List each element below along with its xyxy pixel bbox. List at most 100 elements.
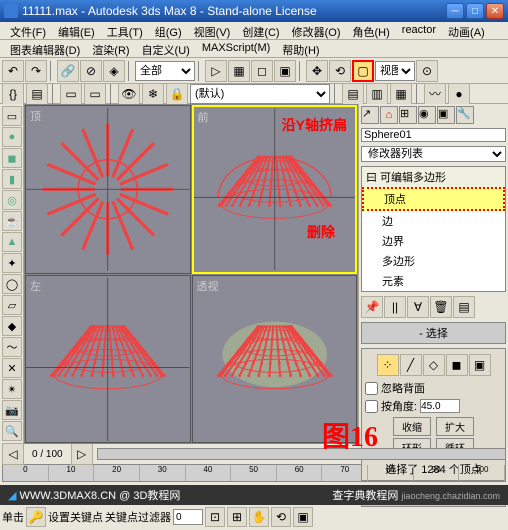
bind-button[interactable]: ◈ [103,60,125,82]
center-button[interactable]: ⊙ [416,60,438,82]
stack-edge[interactable]: 边 [362,211,505,231]
plane-icon[interactable]: ▱ [2,295,22,315]
subobj-edge[interactable]: ╱ [400,354,422,376]
stack-element[interactable]: 元素 [362,271,505,291]
create-tab[interactable]: ↗ [361,106,379,124]
layer-lock-icon[interactable]: 🔒 [166,83,188,105]
camera-icon[interactable]: 📷 [2,400,22,420]
modify-tab[interactable]: ⌂ [380,106,398,124]
select-button[interactable]: ▷ [205,60,227,82]
teapot-icon[interactable]: ☕ [2,211,22,231]
hierarchy-tab[interactable]: ⊞ [399,106,417,124]
menu-2[interactable]: 工具(T) [101,22,149,39]
arc-rotate-button[interactable]: ⟲ [271,507,291,527]
modifier-list[interactable]: 修改器列表 [361,146,506,162]
layer-tool1[interactable]: ▤ [342,83,364,105]
unique-button[interactable]: ∀ [407,296,429,318]
layer-freeze-icon[interactable]: ❄ [142,83,164,105]
stack-border[interactable]: 边界 [362,231,505,251]
subobj-vertex[interactable]: ⁘ [377,354,399,376]
material-button[interactable]: ● [448,83,470,105]
layer-eye-icon[interactable]: 👁 [118,83,140,105]
unlink-button[interactable]: ⊘ [80,60,102,82]
undo-button[interactable]: ↶ [2,60,24,82]
shrink-button[interactable]: 收缩 [393,417,431,436]
torus-icon[interactable]: ◎ [2,190,22,210]
move-button[interactable]: ✥ [306,60,328,82]
layer-tool3[interactable]: ▦ [390,83,412,105]
helper-icon[interactable]: ✕ [2,358,22,378]
show-result-button[interactable]: || [384,296,406,318]
menu-0[interactable]: 文件(F) [4,22,52,39]
time-slider[interactable] [97,448,506,460]
pan-button[interactable]: ✋ [249,507,269,527]
selection-filter[interactable]: 全部 [135,61,195,81]
by-angle-check[interactable]: 按角度: [365,398,502,414]
layer-new-button[interactable]: ▭ [60,83,82,105]
subobj-poly[interactable]: ◼ [446,354,468,376]
layer-select[interactable]: (默认) [190,84,330,104]
select-name-button[interactable]: ▦ [228,60,250,82]
menu-13[interactable]: MAXScript(M) [196,40,276,57]
set-key-icon[interactable]: 🔑 [26,507,46,527]
tube-icon[interactable]: ◯ [2,274,22,294]
remove-mod-button[interactable]: 🗑 [430,296,452,318]
menu-9[interactable]: 动画(A) [442,22,491,39]
selection-rollout[interactable]: - 选择 [361,322,506,344]
stack-poly[interactable]: 多边形 [362,251,505,271]
viewport-top[interactable]: 顶 [25,105,191,274]
schematic-button[interactable]: ▤ [26,83,48,105]
viewport-left[interactable]: 左 [25,275,191,444]
rotate-button[interactable]: ⟲ [329,60,351,82]
viewport-front[interactable]: 前 沿Y轴挤扁 删除 [192,105,358,274]
link-button[interactable]: 🔗 [57,60,79,82]
object-name-field[interactable]: Sphere01 [361,128,506,142]
zoom-icon[interactable]: 🔍 [2,421,22,441]
modifier-stack[interactable]: 曰 可编辑多边形 顶点 边 边界 多边形 元素 [361,166,506,292]
time-slider-next[interactable]: ▷ [71,443,93,465]
layer-manager-button[interactable]: ▭ [84,83,106,105]
close-button[interactable]: ✕ [486,3,504,19]
menu-11[interactable]: 渲染(R) [86,40,135,57]
utilities-tab[interactable]: 🔧 [456,106,474,124]
star-icon[interactable]: ✦ [2,253,22,273]
layer-tool2[interactable]: ▥ [366,83,388,105]
named-sel-button[interactable]: {} [2,83,24,105]
set-key-button[interactable]: 设置关键点 [48,509,103,525]
min-max-button[interactable]: ▣ [293,507,313,527]
menu-10[interactable]: 图表编辑器(D) [4,40,86,57]
menu-8[interactable]: reactor [396,22,442,39]
spline-icon[interactable]: 〜 [2,337,22,357]
pin-stack-button[interactable]: 📌 [361,296,383,318]
key-filter-button[interactable]: 关键点过滤器 [105,509,171,525]
zoom-all-button[interactable]: ⊞ [227,507,247,527]
stack-vertex[interactable]: 顶点 [362,187,505,211]
menu-14[interactable]: 帮助(H) [276,40,325,57]
light-icon[interactable]: ✴ [2,379,22,399]
curve-tool[interactable]: 〰 [424,83,446,105]
menu-6[interactable]: 修改器(O) [286,22,347,39]
subobj-element[interactable]: ▣ [469,354,491,376]
tab-btn[interactable]: ▭ [2,106,22,126]
config-button[interactable]: ▤ [453,296,475,318]
motion-tab[interactable]: ◉ [418,106,436,124]
menu-12[interactable]: 自定义(U) [136,40,196,57]
menu-5[interactable]: 创建(C) [236,22,285,39]
cylinder-icon[interactable]: ▮ [2,169,22,189]
select-region-button[interactable]: ◻ [251,60,273,82]
redo-button[interactable]: ↷ [25,60,47,82]
ignore-backface-check[interactable]: 忽略背面 [365,380,502,396]
stack-root[interactable]: 曰 可编辑多边形 [362,167,505,187]
cone-icon[interactable]: ▲ [2,232,22,252]
grow-button[interactable]: 扩大 [436,417,474,436]
menu-7[interactable]: 角色(H) [347,22,396,39]
window-crossing-button[interactable]: ▣ [274,60,296,82]
frame-input[interactable] [173,509,203,525]
minimize-button[interactable]: ─ [446,3,464,19]
timeline-ruler[interactable]: 0102030405060708090100 [2,464,506,482]
menu-3[interactable]: 组(G) [149,22,188,39]
maximize-button[interactable]: □ [466,3,484,19]
sphere-icon[interactable]: ● [2,127,22,147]
scale-button[interactable]: ▢ [352,60,374,82]
ref-coord[interactable]: 视图 [375,61,415,81]
